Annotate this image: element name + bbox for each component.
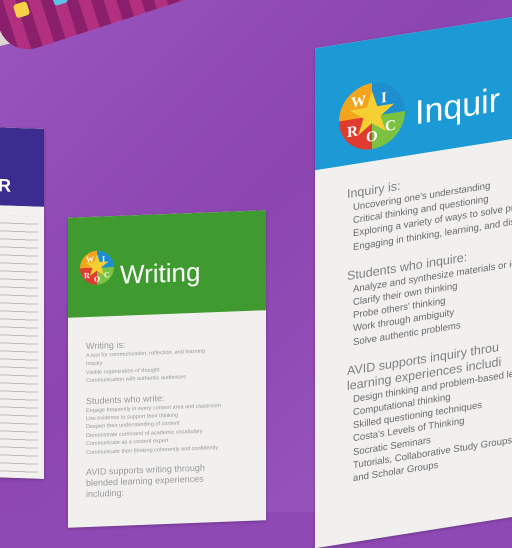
writing-section3-heading: AVID supports writing through blended le… bbox=[86, 462, 205, 500]
writing-poster-title: Writing bbox=[120, 256, 201, 290]
left-partial-poster: R bbox=[0, 127, 44, 479]
inquiry-poster: ★ W I R O C Inquir Inquiry is: Uncoverin… bbox=[315, 11, 512, 548]
wicor-logo-icon: ★ W I R O C bbox=[339, 77, 405, 155]
left-poster-body bbox=[0, 205, 44, 479]
writing-poster: ★ W I R O C Writing Writing is: A tool f… bbox=[68, 210, 266, 528]
writing-poster-body: Writing is: A tool for communication, re… bbox=[68, 310, 266, 528]
inquiry-poster-title: Inquir bbox=[415, 80, 501, 133]
writing-poster-header: ★ W I R O C Writing bbox=[68, 210, 266, 318]
left-poster-title-fragment: R bbox=[0, 175, 11, 196]
left-poster-header: R bbox=[0, 127, 44, 207]
wicor-logo-icon: ★ W I R O C bbox=[80, 249, 114, 286]
inquiry-poster-body: Inquiry is: Uncovering one's understandi… bbox=[315, 134, 512, 548]
